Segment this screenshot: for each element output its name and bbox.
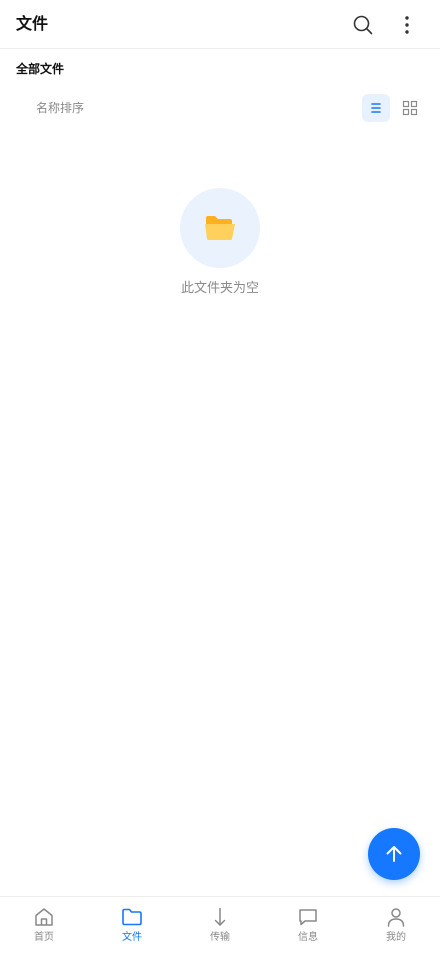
nav-item-messages[interactable]: 信息 [264,897,352,956]
grid-view-button[interactable] [396,94,424,122]
more-options-button[interactable] [394,12,420,38]
arrow-up-icon [386,846,402,862]
message-icon [297,906,319,928]
nav-label-home: 首页 [34,932,54,943]
nav-label-transfer: 传输 [210,932,230,943]
folder-open-icon [205,216,235,240]
nav-label-files: 文件 [122,932,142,943]
more-vertical-icon [405,16,409,34]
upload-fab-button[interactable] [368,828,420,880]
download-arrow-icon [209,906,231,928]
nav-item-transfer[interactable]: 传输 [176,897,264,956]
top-bar: 文件 [0,0,440,49]
user-icon [385,906,407,928]
nav-item-home[interactable]: 首页 [0,897,88,956]
breadcrumb-all-files[interactable]: 全部文件 [16,60,64,78]
list-view-button[interactable] [362,94,390,122]
bottom-navigation: 首页 文件 传输 信息 我的 [0,896,440,956]
home-icon [33,906,55,928]
search-button[interactable] [350,12,376,38]
empty-state-illustration [180,188,260,268]
app-screen: 文件 全部文件 名称排序 此文件夹为空 首页 文件 传输 信息 我的 [0,0,440,956]
list-icon [371,103,381,113]
nav-label-messages: 信息 [298,932,318,943]
sort-by-name-button[interactable]: 名称排序 [36,99,84,117]
empty-folder-message: 此文件夹为空 [180,281,259,296]
grid-icon [402,100,418,116]
search-icon [353,15,373,35]
nav-label-profile: 我的 [386,932,406,943]
nav-item-files[interactable]: 文件 [88,897,176,956]
folder-icon [121,906,143,928]
page-title: 文件 [16,14,49,33]
nav-item-profile[interactable]: 我的 [352,897,440,956]
